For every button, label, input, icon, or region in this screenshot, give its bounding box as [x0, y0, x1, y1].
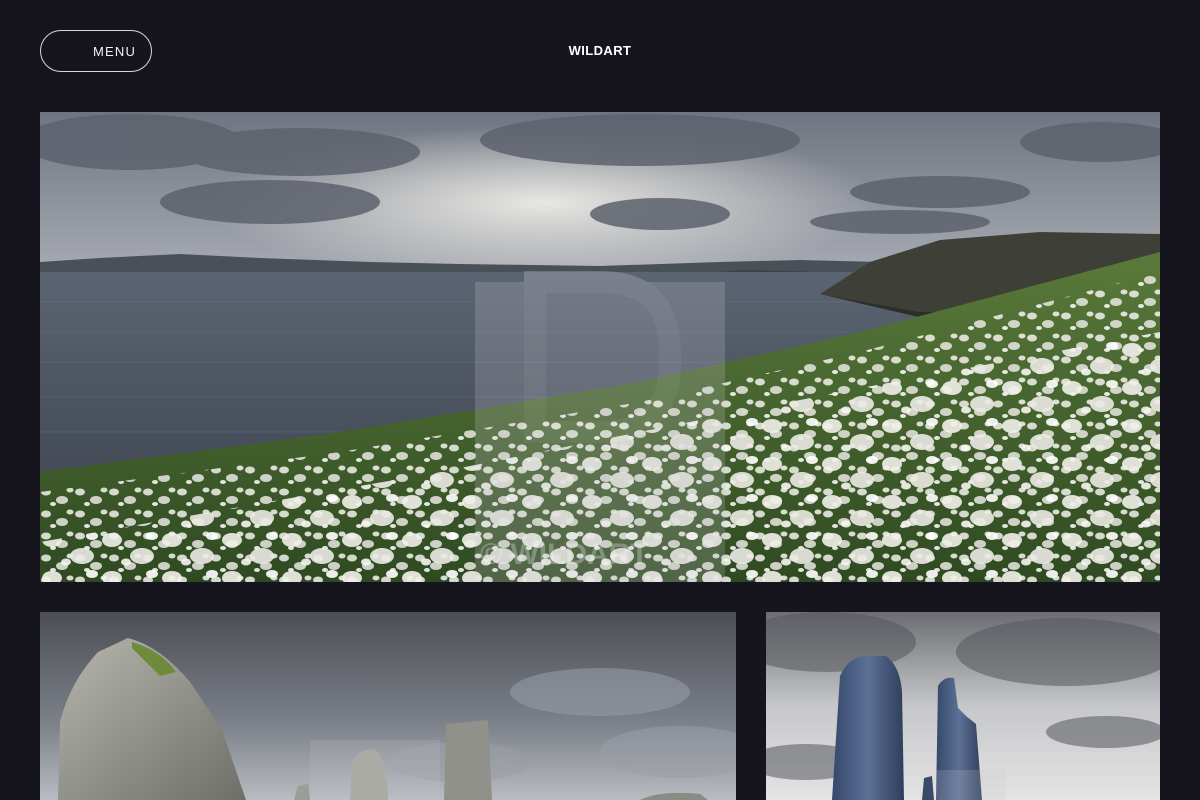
standing-stones-photo[interactable]: [40, 612, 736, 800]
watermark: [475, 271, 725, 582]
blue-standing-stones-photo[interactable]: [766, 612, 1160, 800]
standing-stones-image: [40, 612, 736, 800]
hero-photo[interactable]: © WILDART: [40, 112, 1160, 582]
blue-standing-stones-image: [766, 612, 1160, 800]
site-logo[interactable]: WILDART: [0, 43, 1200, 58]
site-header: MENU WILDART: [0, 0, 1200, 102]
watermark-text: © WILDART: [480, 538, 649, 571]
cotton-grass-landscape-image: © WILDART: [40, 112, 1160, 582]
